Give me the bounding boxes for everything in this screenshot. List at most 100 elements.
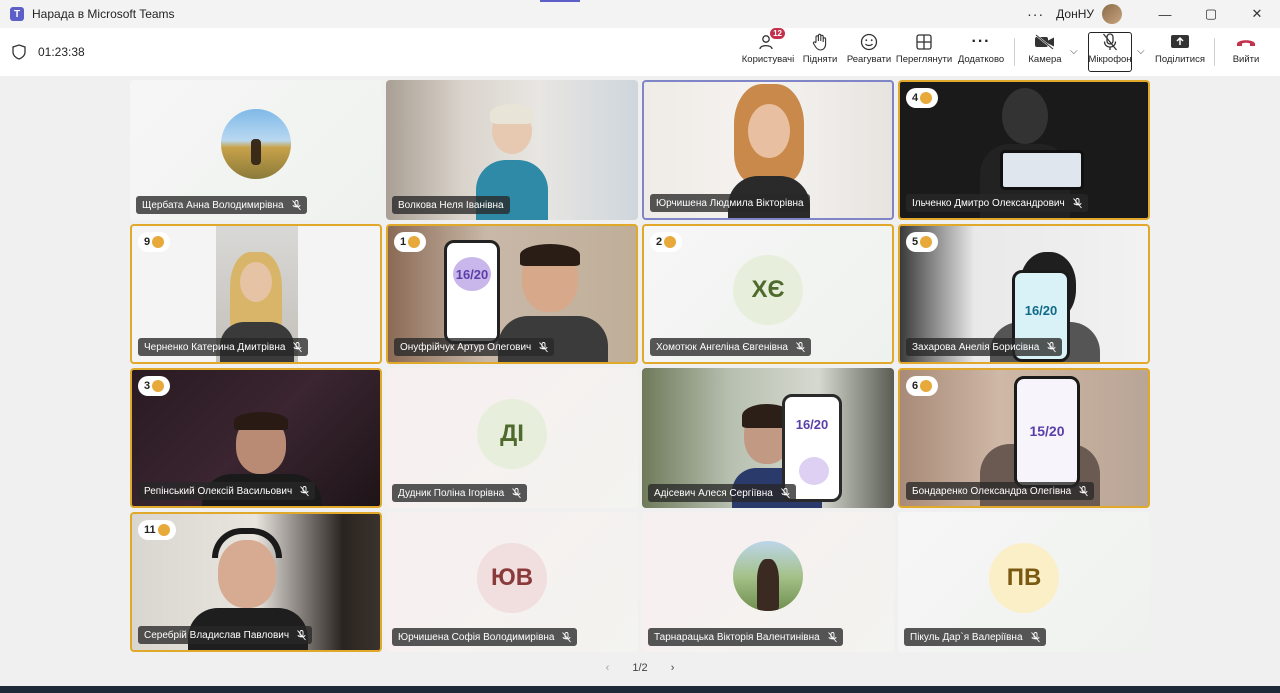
hand-order: 3 <box>144 380 151 392</box>
raise-hand-button[interactable]: Підняти <box>800 32 840 72</box>
mic-muted-icon <box>827 631 837 642</box>
camera-off-icon <box>1034 32 1056 52</box>
participant-tile[interactable]: Тарнарацька Вікторія Валентинівна <box>642 512 894 652</box>
mic-muted-icon <box>796 341 805 352</box>
react-button[interactable]: Реагувати <box>846 32 892 72</box>
initials-avatar: ХЄ <box>733 254 803 325</box>
participant-name-tag: Адісевич Алеся Сергіївна <box>648 484 796 502</box>
participant-name-tag: Щербата Анна Володимирівна <box>136 196 307 214</box>
hand-icon <box>809 32 831 52</box>
meeting-timer: 01:23:38 <box>38 45 85 59</box>
more-actions-label: Додатково <box>957 54 1005 65</box>
camera-button[interactable]: Камера <box>1024 32 1066 72</box>
participant-name-tag: Пікуль Дар`я Валеріївна <box>904 628 1046 646</box>
participant-tile[interactable]: 15/20 6 Бондаренко Олександра Олегівна <box>898 368 1150 508</box>
participant-name-tag: Захарова Анелія Борисівна <box>906 338 1063 356</box>
hand-order: 2 <box>656 236 663 248</box>
raised-hand-badge: 3 <box>138 376 171 396</box>
participant-name: Репінський Олексій Васильович <box>144 485 293 497</box>
participant-tile[interactable]: 16/20 1 Онуфрійчук Артур Олегович <box>386 224 638 364</box>
participant-name-tag: Тарнарацька Вікторія Валентинівна <box>648 628 843 646</box>
raised-hand-icon <box>408 236 421 248</box>
participant-name-tag: Серебрій Владислав Павлович <box>138 626 313 644</box>
raised-hand-icon <box>920 92 933 104</box>
participant-name: Хомотюк Ангеліна Євгенівна <box>656 341 788 353</box>
people-count-badge: 12 <box>770 28 785 39</box>
phone-score: 15/20 <box>1029 423 1065 439</box>
mic-options-chevron-icon[interactable]: ⌵ <box>1137 46 1145 57</box>
participant-name: Пікуль Дар`я Валеріївна <box>910 631 1023 643</box>
participant-name-tag: Волкова Неля Іванівна <box>392 196 510 214</box>
hand-order: 6 <box>912 380 919 392</box>
participant-tile[interactable]: 16/20 Адісевич Алеся Сергіївна <box>642 368 894 508</box>
phone-score: 16/20 <box>455 267 489 282</box>
title-accent <box>540 0 580 2</box>
close-window-button[interactable]: ✕ <box>1234 0 1280 28</box>
participant-name: Онуфрійчук Артур Олегович <box>400 341 532 353</box>
phone-score: 16/20 <box>1024 303 1058 318</box>
held-phone: 15/20 <box>1014 376 1080 488</box>
participant-tile[interactable]: ДІ Дудник Поліна Ігорівна <box>386 368 638 508</box>
hang-up-icon <box>1235 32 1257 52</box>
more-actions-button[interactable]: ··· Додатково <box>956 32 1006 72</box>
initials-avatar: ПВ <box>989 542 1059 613</box>
participant-tile[interactable]: 9 Черненко Катерина Дмитрівна <box>130 224 382 364</box>
participant-tile[interactable]: ХЄ 2 Хомотюк Ангеліна Євгенівна <box>642 224 894 364</box>
participant-name: Юрчишена Софія Володимирівна <box>398 631 555 643</box>
maximize-button[interactable]: ▢ <box>1188 0 1234 28</box>
title-bar: T Нарада в Microsoft Teams ··· ДонНУ — ▢… <box>0 0 1280 28</box>
share-screen-icon <box>1169 32 1191 52</box>
participant-name: Черненко Катерина Дмитрівна <box>144 341 286 353</box>
participant-tile[interactable]: 4 Ільченко Дмитро Олександрович <box>898 80 1150 220</box>
raised-hand-badge: 9 <box>138 232 171 252</box>
mic-muted-icon <box>297 629 306 640</box>
mic-muted-icon <box>1072 197 1082 208</box>
user-avatar[interactable] <box>1102 4 1122 24</box>
microphone-label: Мікрофон <box>1088 54 1132 65</box>
mic-muted-icon <box>300 485 310 496</box>
participant-tile[interactable]: Щербата Анна Володимирівна <box>130 80 382 220</box>
leave-button[interactable]: Вийти <box>1224 32 1268 72</box>
participant-name-tag: Ільченко Дмитро Олександрович <box>906 194 1088 212</box>
participant-name: Тарнарацька Вікторія Валентинівна <box>654 631 820 643</box>
next-page-icon[interactable]: › <box>671 662 675 674</box>
view-button[interactable]: Переглянути <box>896 32 952 72</box>
hand-order: 9 <box>144 236 151 248</box>
participant-name-tag: Черненко Катерина Дмитрівна <box>138 338 309 356</box>
minimize-button[interactable]: — <box>1142 0 1188 28</box>
microphone-button[interactable]: Мікрофон <box>1088 32 1132 72</box>
participant-name-tag: Дудник Поліна Ігорівна <box>392 484 528 502</box>
window-title: Нарада в Microsoft Teams <box>32 7 175 21</box>
people-button[interactable]: 12 Користувачі <box>740 28 796 72</box>
os-taskbar <box>0 686 1280 693</box>
raised-hand-icon <box>920 236 933 248</box>
raised-hand-badge: 5 <box>906 232 939 252</box>
participant-tile[interactable]: 16/20 5 Захарова Анелія Борисівна <box>898 224 1150 364</box>
previous-page-icon[interactable]: ‹ <box>606 662 610 674</box>
held-phone <box>1000 150 1084 190</box>
participant-name: Ільченко Дмитро Олександрович <box>912 197 1065 209</box>
hand-order: 1 <box>400 236 407 248</box>
participant-tile[interactable]: ПВ Пікуль Дар`я Валеріївна <box>898 512 1150 652</box>
share-button[interactable]: Поділитися <box>1152 32 1208 72</box>
participant-tile[interactable]: 3 Репінський Олексій Васильович <box>130 368 382 508</box>
participant-name: Волкова Неля Іванівна <box>398 199 504 211</box>
mic-muted-icon <box>1079 485 1089 496</box>
page-indicator: 1/2 <box>632 662 648 674</box>
participant-tile[interactable]: ЮВ Юрчишена Софія Володимирівна <box>386 512 638 652</box>
participant-tile[interactable]: Юрчишена Людмила Вікторівна <box>642 80 894 220</box>
react-label: Реагувати <box>846 54 892 65</box>
participant-tile[interactable]: 11 Серебрій Владислав Павлович <box>130 512 382 652</box>
raised-hand-icon <box>152 236 165 248</box>
participant-name: Юрчишена Людмила Вікторівна <box>656 197 804 209</box>
participant-name-tag: Онуфрійчук Артур Олегович <box>394 338 555 356</box>
participant-name: Захарова Анелія Борисівна <box>912 341 1040 353</box>
more-options-icon[interactable]: ··· <box>1027 6 1044 22</box>
people-label: Користувачі <box>741 54 795 65</box>
camera-options-chevron-icon[interactable]: ⌵ <box>1070 46 1078 57</box>
teams-logo-icon: T <box>10 7 24 21</box>
participant-name-tag: Хомотюк Ангеліна Євгенівна <box>650 338 811 356</box>
mic-muted-icon <box>1030 631 1040 642</box>
participant-name: Дудник Поліна Ігорівна <box>398 487 505 499</box>
participant-tile[interactable]: Волкова Неля Іванівна <box>386 80 638 220</box>
